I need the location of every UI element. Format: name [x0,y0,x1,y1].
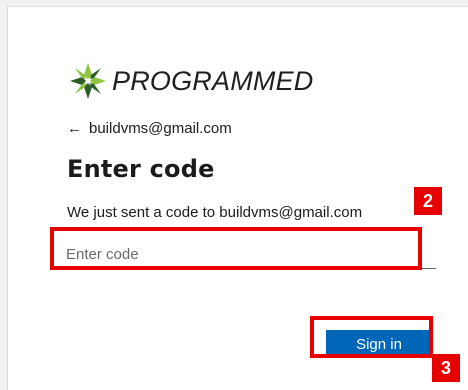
star-burst-logo-icon [70,63,106,99]
brand-logo: PROGRAMMED [68,61,314,101]
sign-in-card: PROGRAMMED ← buildvms@gmail.com Enter co… [7,6,468,390]
step-badge-input: 2 [414,187,442,215]
account-email: buildvms@gmail.com [89,120,232,137]
sign-in-button[interactable]: Sign in [326,330,432,358]
code-input[interactable] [64,240,436,269]
page-title: Enter code [67,155,215,183]
arrow-left-icon[interactable]: ← [67,120,82,137]
brand-name: PROGRAMMED [112,65,314,96]
code-sent-message: We just sent a code to buildvms@gmail.co… [67,204,363,221]
step-badge-button: 3 [432,354,460,382]
account-back-link[interactable]: ← buildvms@gmail.com [67,120,232,137]
